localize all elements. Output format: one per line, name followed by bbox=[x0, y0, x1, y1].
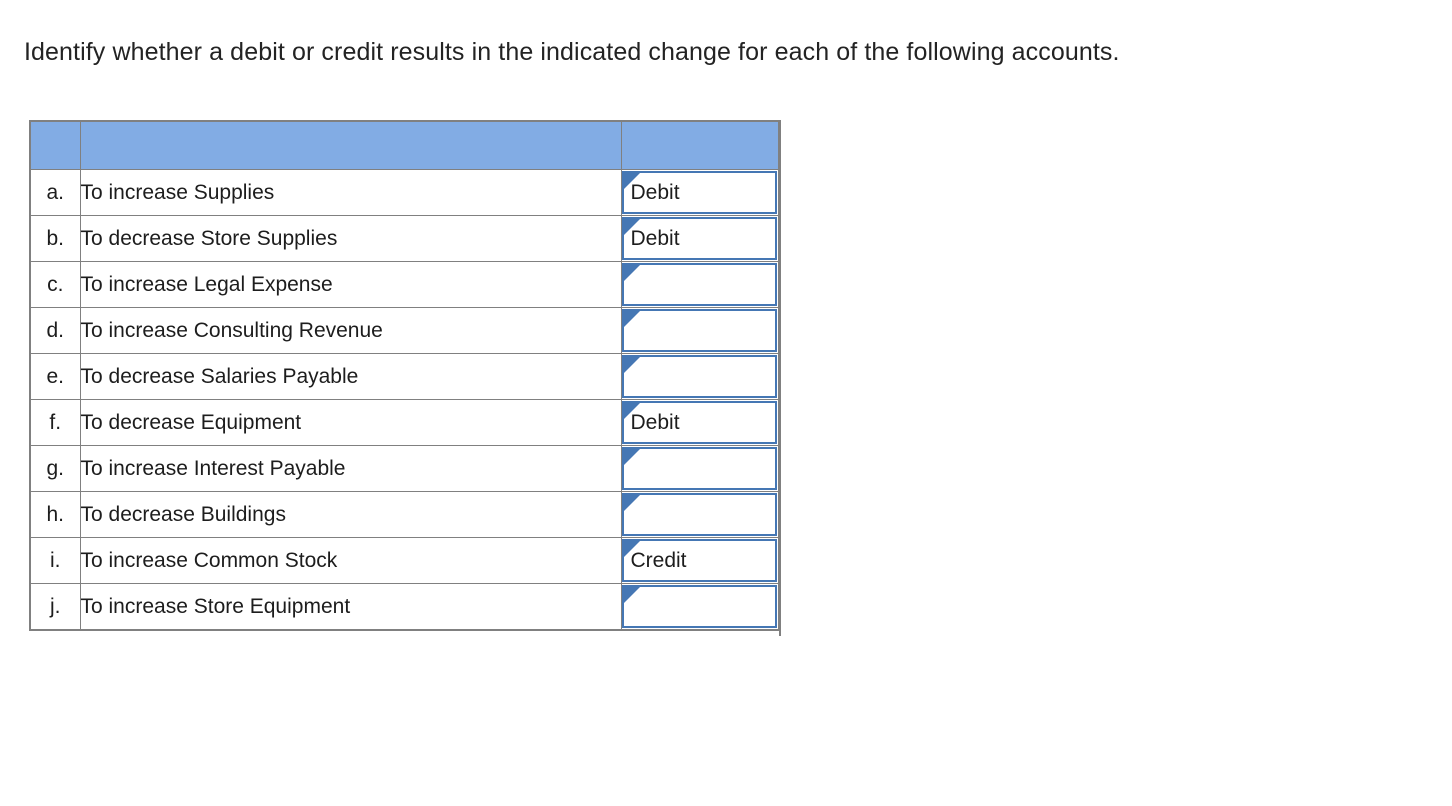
table-row: g. To increase Interest Payable bbox=[29, 445, 780, 492]
row-description: To decrease Buildings bbox=[79, 491, 622, 538]
row-answer-cell bbox=[620, 583, 780, 631]
row-answer-cell bbox=[620, 445, 780, 492]
answer-value: Debit bbox=[630, 180, 680, 204]
table-row: a. To increase Supplies Debit bbox=[29, 169, 780, 216]
accounts-table: a. To increase Supplies Debit b. To decrease… bbox=[29, 120, 780, 631]
row-description: To decrease Salaries Payable bbox=[79, 353, 622, 400]
row-description: To increase Supplies bbox=[79, 169, 622, 216]
table-row: h. To decrease Buildings bbox=[29, 491, 780, 538]
dropdown-marker-icon bbox=[623, 311, 640, 327]
row-letter: h. bbox=[29, 491, 81, 538]
row-description: To increase Legal Expense bbox=[79, 261, 622, 308]
table-row: d. To increase Consulting Revenue bbox=[29, 307, 780, 354]
answer-dropdown[interactable] bbox=[621, 263, 777, 306]
answer-dropdown[interactable] bbox=[621, 309, 777, 352]
question-prompt: Identify whether a debit or credit resul… bbox=[24, 38, 1120, 66]
answer-dropdown[interactable]: Debit bbox=[621, 217, 777, 260]
header-cell-answer bbox=[620, 120, 780, 170]
row-letter: j. bbox=[29, 583, 81, 631]
answer-value: Debit bbox=[630, 226, 680, 250]
dropdown-marker-icon bbox=[623, 265, 640, 281]
row-answer-cell: Debit bbox=[620, 399, 780, 446]
answer-value: Credit bbox=[630, 548, 687, 572]
answer-value: Debit bbox=[630, 410, 680, 434]
answer-dropdown[interactable]: Debit bbox=[621, 171, 777, 214]
table-row: c. To increase Legal Expense bbox=[29, 261, 780, 308]
row-answer-cell: Debit bbox=[620, 215, 780, 262]
table-row: j. To increase Store Equipment bbox=[29, 583, 780, 631]
table-right-shadow bbox=[779, 120, 781, 636]
row-description: To increase Interest Payable bbox=[79, 445, 622, 492]
row-letter: e. bbox=[29, 353, 81, 400]
answer-dropdown[interactable] bbox=[621, 355, 777, 398]
header-cell-description bbox=[79, 120, 622, 170]
table-row: i. To increase Common Stock Credit bbox=[29, 537, 780, 584]
row-answer-cell bbox=[620, 353, 780, 400]
row-letter: g. bbox=[29, 445, 81, 492]
table-header-row bbox=[29, 120, 780, 170]
row-letter: c. bbox=[29, 261, 81, 308]
row-description: To increase Common Stock bbox=[79, 537, 622, 584]
accounts-table-body: a. To increase Supplies Debit b. To decrease… bbox=[29, 120, 780, 631]
row-letter: f. bbox=[29, 399, 81, 446]
row-description: To decrease Store Supplies bbox=[79, 215, 622, 262]
accounts-table-container: a. To increase Supplies Debit b. To decrease… bbox=[29, 120, 780, 631]
dropdown-marker-icon bbox=[623, 449, 640, 465]
table-row: b. To decrease Store Supplies Debit bbox=[29, 215, 780, 262]
table-row: f. To decrease Equipment Debit bbox=[29, 399, 780, 446]
row-description: To decrease Equipment bbox=[79, 399, 622, 446]
row-description: To increase Consulting Revenue bbox=[79, 307, 622, 354]
answer-dropdown[interactable]: Debit bbox=[621, 401, 777, 444]
row-letter: i. bbox=[29, 537, 81, 584]
row-letter: a. bbox=[29, 169, 81, 216]
row-letter: b. bbox=[29, 215, 81, 262]
answer-dropdown[interactable] bbox=[621, 493, 777, 536]
dropdown-marker-icon bbox=[623, 357, 640, 373]
table-row: e. To decrease Salaries Payable bbox=[29, 353, 780, 400]
header-cell-letter bbox=[29, 120, 81, 170]
dropdown-marker-icon bbox=[623, 495, 640, 511]
row-answer-cell bbox=[620, 307, 780, 354]
row-answer-cell: Credit bbox=[620, 537, 780, 584]
row-answer-cell bbox=[620, 491, 780, 538]
dropdown-marker-icon bbox=[623, 587, 640, 603]
row-answer-cell bbox=[620, 261, 780, 308]
answer-dropdown[interactable] bbox=[621, 585, 777, 628]
answer-dropdown[interactable] bbox=[621, 447, 777, 490]
row-letter: d. bbox=[29, 307, 81, 354]
row-description: To increase Store Equipment bbox=[79, 583, 622, 631]
answer-dropdown[interactable]: Credit bbox=[621, 539, 777, 582]
row-answer-cell: Debit bbox=[620, 169, 780, 216]
